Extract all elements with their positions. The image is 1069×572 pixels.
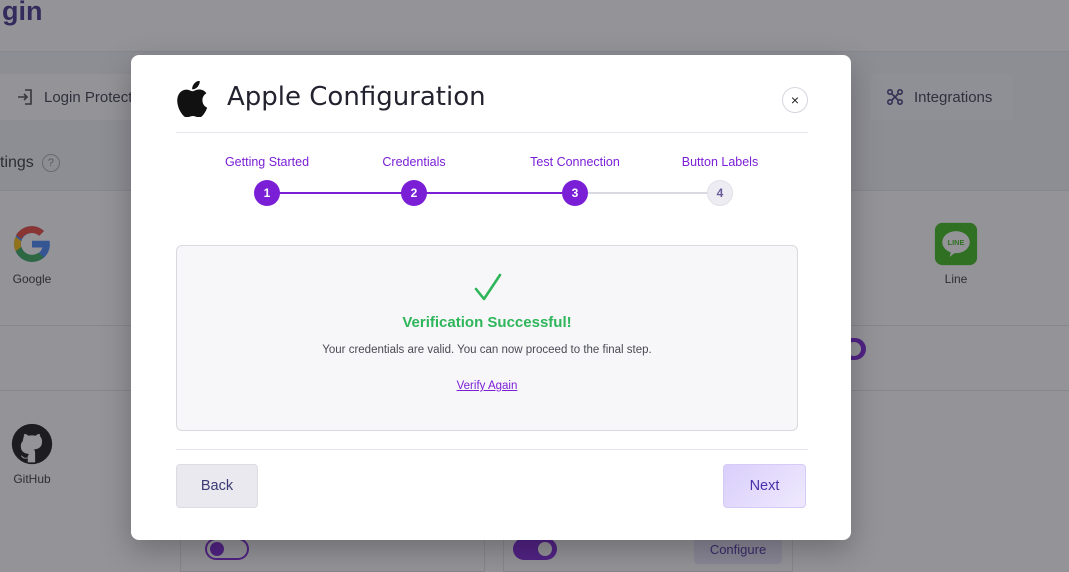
step-number: 2 bbox=[401, 180, 427, 206]
verification-result-panel: Verification Successful! Your credential… bbox=[176, 245, 798, 431]
step-label: Test Connection bbox=[530, 155, 620, 169]
step-number: 3 bbox=[562, 180, 588, 206]
apple-config-modal: Apple Configuration × Getting Started 1 … bbox=[131, 55, 851, 540]
success-message: Your credentials are valid. You can now … bbox=[322, 344, 652, 356]
step-label: Credentials bbox=[382, 155, 446, 169]
footer-divider bbox=[176, 449, 808, 450]
next-button[interactable]: Next bbox=[723, 464, 806, 508]
apple-icon bbox=[177, 81, 208, 117]
step-label: Getting Started bbox=[224, 155, 310, 169]
step-credentials[interactable]: Credentials 2 bbox=[354, 155, 474, 206]
step-label: Button Labels bbox=[681, 155, 759, 169]
verify-again-link[interactable]: Verify Again bbox=[177, 380, 797, 392]
back-button[interactable]: Back bbox=[176, 464, 258, 508]
step-test-connection[interactable]: Test Connection 3 bbox=[515, 155, 635, 206]
step-number: 4 bbox=[707, 180, 733, 206]
modal-header: Apple Configuration × bbox=[176, 79, 808, 133]
checkmark-icon bbox=[474, 273, 502, 301]
stepper: Getting Started 1 Credentials 2 Test Con… bbox=[176, 155, 808, 215]
modal-title: Apple Configuration bbox=[227, 82, 486, 112]
step-button-labels[interactable]: Button Labels 4 bbox=[660, 155, 780, 206]
close-button[interactable]: × bbox=[782, 87, 808, 113]
success-title: Verification Successful! bbox=[402, 314, 572, 331]
verify-again-label[interactable]: Verify Again bbox=[457, 380, 518, 392]
step-number: 1 bbox=[254, 180, 280, 206]
step-getting-started[interactable]: Getting Started 1 bbox=[207, 155, 327, 206]
